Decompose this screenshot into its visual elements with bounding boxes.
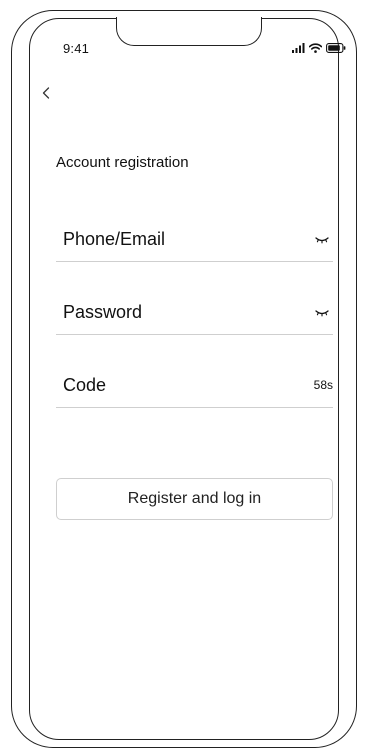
code-countdown[interactable]: 58s <box>314 378 333 392</box>
code-input[interactable] <box>63 370 293 400</box>
back-button[interactable] <box>38 84 54 102</box>
signal-icon <box>292 43 305 53</box>
phone-email-input[interactable] <box>63 224 293 254</box>
eye-closed-icon <box>315 237 329 244</box>
device-notch <box>116 17 262 46</box>
eye-closed-icon <box>315 310 329 317</box>
password-visibility-toggle[interactable] <box>315 305 329 317</box>
phone-email-field <box>56 218 333 262</box>
register-and-login-button[interactable]: Register and log in <box>56 478 333 520</box>
status-bar-icons <box>292 40 346 56</box>
phone-email-visibility-toggle[interactable] <box>315 232 329 244</box>
code-field: 58s <box>56 364 333 408</box>
password-input[interactable] <box>63 297 293 327</box>
chevron-left-icon <box>42 87 50 99</box>
status-bar-time: 9:41 <box>63 41 90 56</box>
password-field <box>56 291 333 335</box>
wifi-icon <box>309 43 322 53</box>
page-title: Account registration <box>56 154 189 171</box>
battery-icon <box>326 43 346 53</box>
